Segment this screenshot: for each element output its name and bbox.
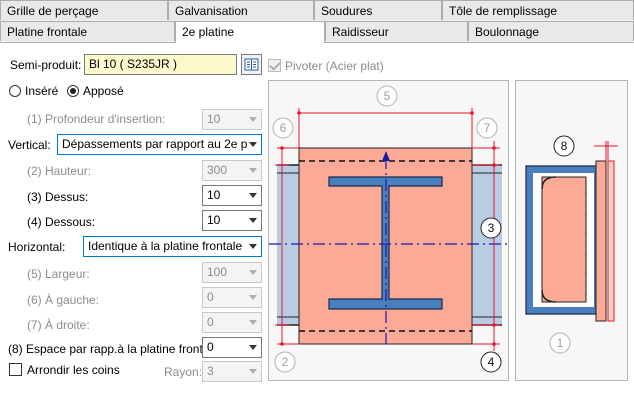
- marker-7: 7: [476, 117, 498, 139]
- front-view-drawing: 5 6 7 3 2 4: [269, 85, 508, 373]
- rayon-label: Rayon:: [164, 365, 203, 379]
- marker-7-text: 7: [484, 121, 491, 135]
- marker-5: 5: [376, 85, 398, 107]
- chevron-down-icon: [249, 369, 257, 374]
- dessus-field[interactable]: 10: [202, 185, 262, 206]
- chevron-down-icon: [249, 218, 257, 223]
- tab-tole-remplissage[interactable]: Tôle de remplissage: [442, 0, 634, 20]
- marker-3: 3: [480, 217, 502, 239]
- largeur-value: 100: [207, 265, 228, 279]
- insere-radio[interactable]: [9, 85, 21, 97]
- tab-row-1: Grille de perçage Galvanisation Soudures…: [0, 0, 634, 20]
- marker-8: 8: [553, 135, 575, 157]
- marker-6-text: 6: [280, 121, 287, 135]
- marker-1-text: 1: [557, 336, 564, 350]
- chevron-down-icon: [249, 244, 257, 249]
- front-plate-side: [595, 160, 607, 322]
- marker-2: 2: [274, 351, 296, 373]
- dessus-label: (3) Dessus:: [27, 190, 89, 204]
- profondeur-label: (1) Profondeur d'insertion:: [27, 112, 166, 126]
- droite-label: (7) À droite:: [27, 318, 90, 332]
- tab-2e-platine[interactable]: 2e platine: [175, 21, 325, 43]
- tab-row-2: Platine frontale 2e platine Raidisseur B…: [0, 21, 634, 43]
- vertical-dropdown[interactable]: Dépassements par rapport au 2e p: [57, 134, 262, 155]
- dessous-label: (4) Dessous:: [27, 215, 96, 229]
- rayon-value: 3: [207, 364, 214, 378]
- espace-label: (8) Espace par rapp.à la platine front: [8, 342, 202, 356]
- horizontal-value: Identique à la platine frontale: [88, 239, 243, 253]
- gauche-label: (6) À gauche:: [27, 293, 100, 307]
- horizontal-dropdown[interactable]: Identique à la platine frontale: [83, 236, 262, 257]
- side-view-drawing: 8 1: [525, 135, 618, 354]
- espace-value: 0: [207, 340, 214, 354]
- second-plate-side: [607, 160, 615, 322]
- dessus-value: 10: [207, 188, 221, 202]
- droite-field[interactable]: 0: [202, 312, 262, 333]
- tab-raidisseur[interactable]: Raidisseur: [325, 21, 468, 41]
- tab-grille-percage[interactable]: Grille de perçage: [0, 0, 168, 20]
- chevron-down-icon: [249, 320, 257, 325]
- marker-4: 4: [480, 351, 502, 373]
- catalog-picker-button[interactable]: [241, 54, 262, 75]
- front-view-diagram: 5 6 7 3 2 4: [268, 80, 509, 381]
- hauteur-label: (2) Hauteur:: [27, 164, 92, 178]
- marker-1: 1: [549, 332, 571, 354]
- tab-soudures[interactable]: Soudures: [314, 0, 442, 20]
- gauche-value: 0: [207, 290, 214, 304]
- chevron-down-icon: [249, 295, 257, 300]
- appose-label: Apposé: [83, 84, 124, 98]
- catalog-icon: [244, 58, 259, 71]
- chevron-down-icon: [249, 142, 257, 147]
- appose-radio[interactable]: [67, 85, 79, 97]
- profondeur-field[interactable]: 10: [202, 109, 262, 130]
- vertical-value: Dépassements par rapport au 2e p: [62, 137, 248, 151]
- arrondir-checkbox[interactable]: [9, 363, 22, 376]
- espace-field[interactable]: 0: [202, 337, 262, 358]
- marker-6: 6: [272, 117, 294, 139]
- tab-boulonnage[interactable]: Boulonnage: [468, 21, 634, 41]
- tab-platine-frontale[interactable]: Platine frontale: [0, 21, 175, 41]
- side-view-diagram: 8 1: [515, 80, 628, 381]
- droite-value: 0: [207, 315, 214, 329]
- dessous-field[interactable]: 10: [202, 210, 262, 231]
- gauche-field[interactable]: 0: [202, 287, 262, 308]
- marker-5-text: 5: [384, 89, 391, 103]
- vertical-label: Vertical:: [8, 138, 51, 152]
- chevron-down-icon: [249, 168, 257, 173]
- hauteur-field[interactable]: 300: [202, 160, 262, 181]
- marker-8-text: 8: [561, 139, 568, 153]
- largeur-field[interactable]: 100: [202, 262, 262, 283]
- marker-4-text: 4: [488, 355, 495, 369]
- semi-produit-label: Semi-produit:: [10, 58, 82, 72]
- arrondir-label: Arrondir les coins: [27, 363, 120, 377]
- horizontal-label: Horizontal:: [8, 240, 66, 254]
- dessous-value: 10: [207, 213, 221, 227]
- insere-label: Inséré: [25, 84, 59, 98]
- chevron-down-icon: [249, 345, 257, 350]
- rayon-field[interactable]: 3: [202, 361, 262, 382]
- largeur-label: (5) Largeur:: [27, 267, 90, 281]
- pivoter-checkbox[interactable]: [268, 59, 281, 72]
- hauteur-value: 300: [207, 163, 228, 177]
- chevron-down-icon: [249, 193, 257, 198]
- marker-2-text: 2: [282, 355, 289, 369]
- pivoter-label: Pivoter (Acier plat): [285, 59, 384, 73]
- chevron-down-icon: [249, 117, 257, 122]
- marker-3-text: 3: [488, 221, 495, 235]
- semi-produit-field[interactable]: Bl 10 ( S235JR ): [84, 54, 237, 75]
- tab-galvanisation[interactable]: Galvanisation: [168, 0, 314, 20]
- chevron-down-icon: [249, 270, 257, 275]
- profondeur-value: 10: [207, 112, 221, 126]
